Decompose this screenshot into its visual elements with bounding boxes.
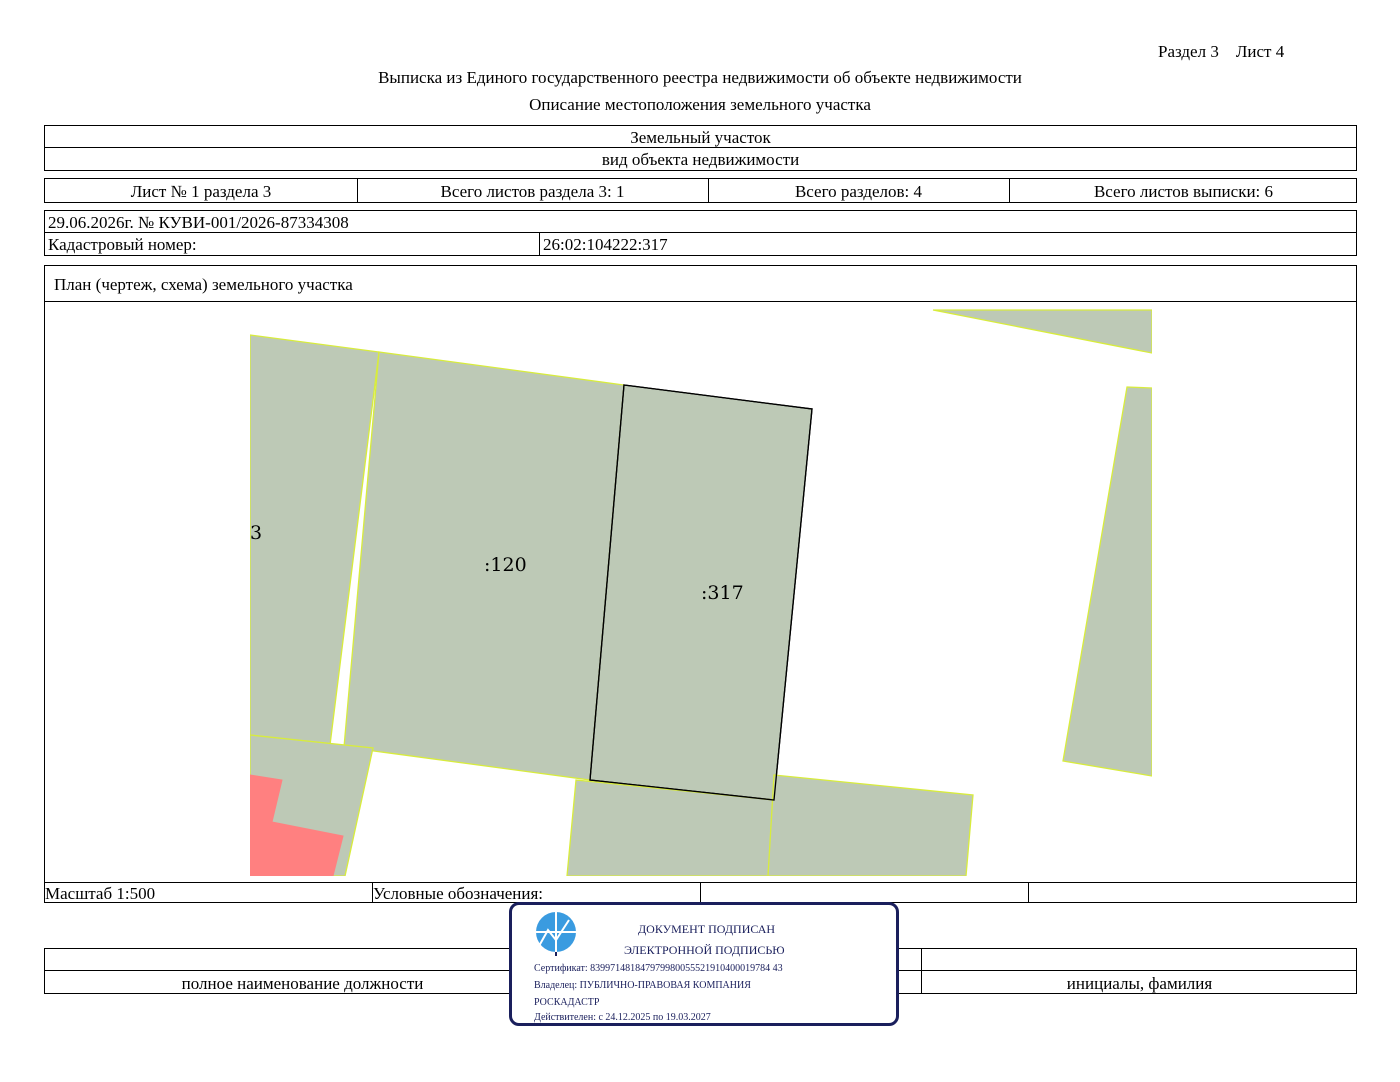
parcel-top-right	[932, 309, 1152, 354]
parcel-right	[1062, 386, 1152, 777]
name-caption: инициалы, фамилия	[1066, 974, 1213, 993]
stamp-line2: ЭЛЕКТРОННОЙ ПОДПИСЬЮ	[624, 943, 785, 957]
electronic-signature-stamp: ДОКУМЕНТ ПОДПИСАН ЭЛЕКТРОННОЙ ПОДПИСЬЮ С…	[509, 902, 899, 1026]
stamp-line1: ДОКУМЕНТ ПОДПИСАН	[638, 922, 776, 936]
roskadastr-logo-icon	[536, 912, 576, 956]
stamp-validity: Действителен: с 24.12.2025 по 19.03.2027	[534, 1012, 711, 1023]
parcel-label-partial: 3	[250, 522, 263, 544]
position-caption: полное наименование должности	[181, 974, 424, 993]
parcel-bottom-right	[767, 774, 974, 876]
stamp-owner-line1: Владелец: ПУБЛИЧНО-ПРАВОВАЯ КОМПАНИЯ	[534, 980, 751, 991]
parcel-label-317: :317	[701, 582, 744, 604]
stamp-certificate: Сертификат: 8399714818479799800555219104…	[534, 963, 783, 974]
stamp-owner-line2: РОСКАДАСТР	[534, 997, 600, 1008]
parcel-label-120: :120	[484, 554, 527, 576]
